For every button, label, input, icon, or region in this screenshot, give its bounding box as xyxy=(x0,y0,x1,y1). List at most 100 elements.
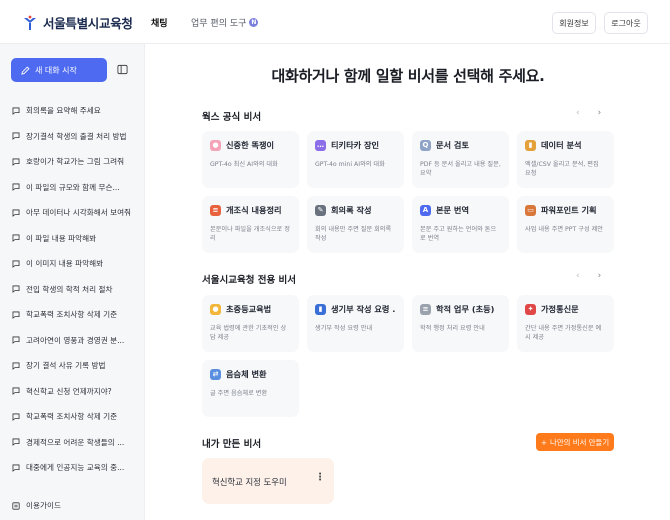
assistant-card[interactable]: ✦ 가정통신문 간단 내용 주면 가정통신문 예시 제공 xyxy=(517,295,614,352)
make-my-assistant-label: 나만의 비서 만들기 xyxy=(550,437,610,447)
assistant-card[interactable]: ✎ 회의록 작성 회의 내용만 주면 질문 회의록 작성 xyxy=(307,196,404,253)
carousel-arrows-office: ‹ › xyxy=(576,271,601,281)
chat-history-item[interactable]: 아무 데이터나 시각화해서 보여줘 xyxy=(0,200,145,226)
chat-history-label: 장기 결석 사유 기록 방법 xyxy=(26,361,106,371)
chat-history-item[interactable]: 장기결석 학생의 출결 처리 방법 xyxy=(0,124,145,150)
assistant-card-title: 개조식 내용정리 xyxy=(226,205,282,215)
assistant-card[interactable]: ▭ 파워포인트 기획 사업 내용 주면 PPT 구성 제안 xyxy=(517,196,614,253)
my-assistant-name: 혁신학교 지정 도우미 xyxy=(212,477,287,487)
logo[interactable]: 서울특별시교육청 xyxy=(22,13,133,32)
chat-history-item[interactable]: 장기 결석 사유 기록 방법 xyxy=(0,353,145,379)
assistant-card-header: A 본문 번역 xyxy=(420,204,501,216)
assistant-card-title: 파워포인트 기획 xyxy=(541,205,597,215)
new-chat-label: 새 대화 시작 xyxy=(35,65,77,75)
document-search-icon: Q xyxy=(420,139,431,151)
assistant-card-title: 신중한 똑쟁이 xyxy=(226,140,275,150)
nav-tab-tools[interactable]: 업무 편의 도구 N xyxy=(191,16,259,29)
logo-icon xyxy=(24,15,36,30)
chat-history-item[interactable]: 경제적으로 어려운 학생들의 ... xyxy=(0,430,145,456)
chat-history-item[interactable]: 회의록을 요약해 주세요 xyxy=(0,98,145,124)
top-header: 서울특별시교육청 채팅 업무 편의 도구 N 회원정보 로그아웃 xyxy=(0,0,670,44)
assistant-card-header: ▮ 생기부 작성 요령 ... xyxy=(315,303,396,315)
assistant-card-header: ● 초중등교육법 xyxy=(210,303,291,315)
assistant-card-header: Q 문서 검토 xyxy=(420,139,501,151)
chat-history-item[interactable]: 대중에게 인공지능 교육의 중... xyxy=(0,455,145,481)
main-content: 대화하거나 함께 일할 비서를 선택해 주세요. 웍스 공식 비서 ‹ › ● 신… xyxy=(146,44,670,520)
assistant-card-title: 가정통신문 xyxy=(541,304,579,314)
user-guide-link[interactable]: 이용가이드 xyxy=(12,500,61,511)
sidebar: 새 대화 시작 회의록을 요약해 주세요장기결석 학생의 출결 처리 방법호랑이… xyxy=(0,44,145,520)
assistant-card-header: ▮ 데이터 분석 xyxy=(525,139,606,151)
section-title-mine: 내가 만든 비서 xyxy=(202,439,262,450)
chat-history-item[interactable]: 이 파일 내용 파악해봐 xyxy=(0,226,145,252)
sidebar-collapse-icon[interactable] xyxy=(117,64,128,75)
chat-history-item[interactable]: 학교폭력 조치사항 삭제 기준 xyxy=(0,404,145,430)
prev-arrow-icon[interactable]: ‹ xyxy=(576,108,580,118)
assistant-card-title: 생기부 작성 요령 ... xyxy=(331,304,396,314)
chat-history-label: 회의록을 요약해 주세요 xyxy=(26,106,101,116)
chat-history-label: 경제적으로 어려운 학생들의 ... xyxy=(26,437,125,447)
chat-history-label: 이 이미지 내용 파악해봐 xyxy=(26,259,104,269)
assistant-card-desc: 생기부 작성 요령 안내 xyxy=(315,325,373,332)
next-arrow-icon[interactable]: › xyxy=(598,271,602,281)
my-assistant-card[interactable]: 혁신학교 지정 도우미 ⋮ xyxy=(202,458,334,504)
assistant-card-title: 본문 번역 xyxy=(436,205,469,215)
chat-history-item[interactable]: 이 파일의 규모와 함께 무슨... xyxy=(0,175,145,201)
pin-icon: ✦ xyxy=(525,303,536,315)
assistant-card-title: 회의록 작성 xyxy=(331,205,372,215)
assistant-card[interactable]: … 티키타카 장인 GPT-4o mini AI와의 대화 xyxy=(307,131,404,188)
chat-icon xyxy=(12,464,20,472)
assistant-card[interactable]: ▮ 데이터 분석엑셀/CSV 올리고 분석, 편집 요청 xyxy=(517,131,614,188)
assistant-card[interactable]: A 본문 번역 본문 주고 원하는 언어와 톤으로 번역 xyxy=(412,196,509,253)
page-title: 대화하거나 함께 일할 비서를 선택해 주세요. xyxy=(271,67,545,85)
chat-icon xyxy=(12,209,20,217)
carousel-arrows-official: ‹ › xyxy=(576,108,601,118)
chat-history-list: 회의록을 요약해 주세요장기결석 학생의 출결 처리 방법호랑이가 학교가는 그… xyxy=(0,98,145,481)
plus-icon: + xyxy=(540,437,548,447)
chat-history-item[interactable]: 학교폭력 조치사항 삭제 기준 xyxy=(0,302,145,328)
prev-arrow-icon[interactable]: ‹ xyxy=(576,271,580,281)
person-icon: ● xyxy=(210,303,221,315)
chat-history-item[interactable]: 고려아연이 영풍과 경영권 분... xyxy=(0,328,145,354)
chat-history-label: 이 파일 내용 파악해봐 xyxy=(26,233,97,243)
section-title-official: 웍스 공식 비서 xyxy=(202,112,262,123)
chat-history-item[interactable]: 이 이미지 내용 파악해봐 xyxy=(0,251,145,277)
chat-icon xyxy=(12,183,20,192)
chat-icon xyxy=(12,311,20,319)
next-arrow-icon[interactable]: › xyxy=(598,108,602,118)
assistant-card[interactable]: ● 신중한 똑쟁이 GPT-4o 최신 AI와의 대화 xyxy=(202,131,299,188)
chat-history-item[interactable]: 전입 학생의 학적 처리 절차 xyxy=(0,277,145,303)
assistant-card-desc: 글 주면 음슴체로 변환 xyxy=(210,390,268,397)
more-options-icon[interactable]: ⋮ xyxy=(315,472,325,483)
nav-tab-tools-label: 업무 편의 도구 xyxy=(191,19,247,29)
assistant-card[interactable]: ▮ 생기부 작성 요령 ... 생기부 작성 요령 안내 xyxy=(307,295,404,352)
assistant-card-desc: 회의 내용만 주면 질문 회의록 작성 xyxy=(315,226,392,242)
document-icon: ≡ xyxy=(420,303,431,315)
nav-tab-chat[interactable]: 채팅 xyxy=(151,16,168,29)
chat-history-item[interactable]: 혁신학교 신청 언제까지야? xyxy=(0,379,145,405)
assistant-card[interactable]: ⇄ 음슴체 변환 글 주면 음슴체로 변환 xyxy=(202,360,299,417)
pencil-icon xyxy=(21,65,30,75)
translate-icon: A xyxy=(420,204,431,216)
member-info-button[interactable]: 회원정보 xyxy=(552,12,596,34)
logout-button[interactable]: 로그아웃 xyxy=(604,12,648,34)
assistant-card[interactable]: ● 초중등교육법 교육 법령에 관한 기초적인 상담 제공 xyxy=(202,295,299,352)
assistant-card[interactable]: Q 문서 검토 PDF 등 문서 올리고 내용 질문, 요약 xyxy=(412,131,509,188)
chat-history-label: 호랑이가 학교가는 그림 그려줘 xyxy=(26,157,125,167)
assistant-card-desc: PDF 등 문서 올리고 내용 질문, 요약 xyxy=(420,161,501,177)
assistant-card[interactable]: ≡ 개조식 내용정리 본문이나 파일을 개조식으로 정리 xyxy=(202,196,299,253)
make-my-assistant-button[interactable]: + 나만의 비서 만들기 xyxy=(536,433,614,451)
assistant-card-title: 초중등교육법 xyxy=(226,304,272,314)
assistant-card-header: … 티키타카 장인 xyxy=(315,139,396,151)
chat-history-item[interactable]: 호랑이가 학교가는 그림 그려줘 xyxy=(0,149,145,175)
presentation-icon: ▭ xyxy=(525,204,536,216)
assistant-card-desc: 엑셀/CSV 올리고 분석, 편집 요청 xyxy=(525,161,599,177)
chat-history-label: 학교폭력 조치사항 삭제 기준 xyxy=(26,412,118,422)
convert-icon: ⇄ xyxy=(210,368,221,380)
chat-history-label: 혁신학교 신청 언제까지야? xyxy=(26,386,112,396)
assistant-card[interactable]: ≡ 학적 업무 (초등) 학적 행정 처리 요령 안내 xyxy=(412,295,509,352)
chat-history-label: 아무 데이터나 시각화해서 보여줘 xyxy=(26,208,132,218)
assistant-card-title: 티키타카 장인 xyxy=(331,140,380,150)
new-chat-button[interactable]: 새 대화 시작 xyxy=(11,58,107,82)
assistant-card-header: ≡ 개조식 내용정리 xyxy=(210,204,291,216)
